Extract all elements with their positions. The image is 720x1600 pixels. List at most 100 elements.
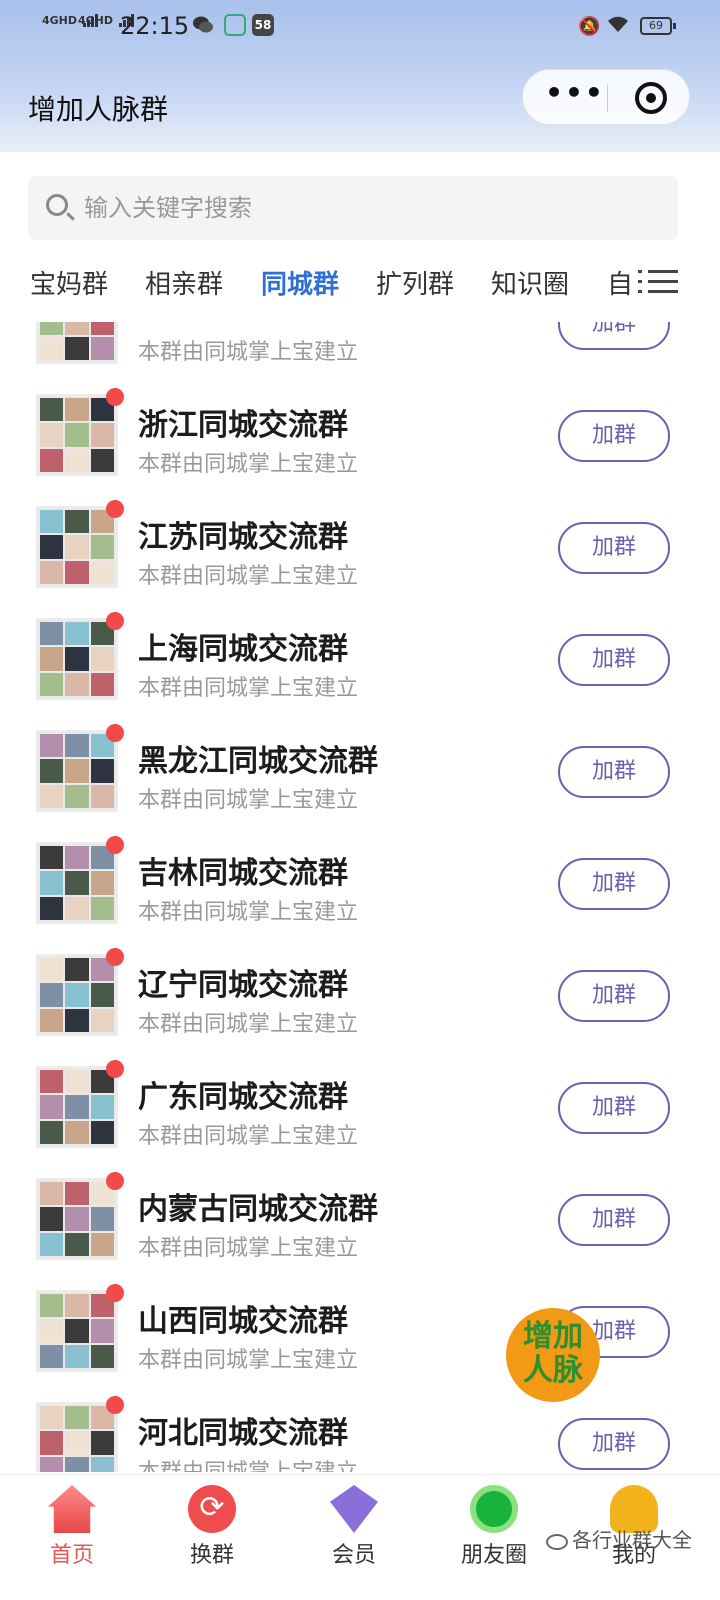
group-list: 本群由同城掌上宝建立 加群 浙江同城交流群 本群由同城掌上宝建立 加群 江苏同城… <box>0 322 720 1472</box>
unread-dot <box>106 948 124 966</box>
member-thumbnail <box>40 1182 64 1206</box>
member-thumbnail <box>90 647 114 671</box>
join-group-button[interactable]: 加群 <box>558 970 670 1022</box>
tabs-menu-icon[interactable] <box>634 262 684 302</box>
unread-dot <box>106 724 124 742</box>
page-title: 增加人脉群 <box>28 93 169 126</box>
group-avatar <box>36 1066 118 1148</box>
member-thumbnail <box>40 672 64 696</box>
member-thumbnail <box>90 1207 114 1231</box>
member-thumbnail <box>65 1319 89 1343</box>
battery-icon: 69 <box>640 17 676 35</box>
join-group-button[interactable]: 加群 <box>558 522 670 574</box>
nav-swap-group[interactable]: 换群 <box>152 1475 272 1600</box>
list-item[interactable]: 本群由同城掌上宝建立 加群 <box>0 322 720 378</box>
member-thumbnail <box>65 336 89 360</box>
group-avatar <box>36 1290 118 1372</box>
member-thumbnail <box>65 1431 89 1455</box>
status-bar: 4GHD 4GHD 22:15 58 🔕 69 <box>0 0 720 56</box>
join-group-button[interactable]: 加群 <box>558 410 670 462</box>
member-thumbnail <box>90 1120 114 1144</box>
join-group-button[interactable]: 加群 <box>558 634 670 686</box>
member-thumbnail <box>40 1095 64 1119</box>
floating-add-contacts-button[interactable]: 增加 人脉 <box>506 1308 600 1402</box>
group-subtitle: 本群由同城掌上宝建立 <box>138 452 359 477</box>
join-group-button[interactable]: 加群 <box>558 858 670 910</box>
list-item[interactable]: 江苏同城交流群 本群由同城掌上宝建立 加群 <box>0 490 720 602</box>
join-group-button[interactable]: 加群 <box>558 1418 670 1470</box>
nav-label: 会员 <box>331 1543 376 1568</box>
join-group-button[interactable]: 加群 <box>558 322 670 350</box>
group-name: 江苏同城交流群 <box>138 520 348 555</box>
tab-zhishi[interactable]: 知识圈 <box>491 264 569 301</box>
tab-more-partial[interactable]: 自 <box>607 264 633 301</box>
member-thumbnail <box>65 448 89 472</box>
chat-icon <box>224 14 246 36</box>
member-thumbnail <box>40 871 64 895</box>
member-thumbnail <box>40 1344 64 1368</box>
floating-button-line2: 人脉 <box>523 1353 583 1388</box>
nav-vip[interactable]: 会员 <box>294 1475 414 1600</box>
list-item[interactable]: 吉林同城交流群 本群由同城掌上宝建立 加群 <box>0 826 720 938</box>
list-item[interactable]: 广东同城交流群 本群由同城掌上宝建立 加群 <box>0 1050 720 1162</box>
close-miniprogram-button[interactable] <box>635 82 667 114</box>
member-thumbnail <box>40 958 64 982</box>
join-group-button[interactable]: 加群 <box>558 746 670 798</box>
member-thumbnail <box>65 846 89 870</box>
search-input[interactable] <box>84 176 664 240</box>
member-thumbnail <box>65 423 89 447</box>
member-thumbnail <box>65 647 89 671</box>
member-thumbnail <box>65 1456 89 1472</box>
group-subtitle: 本群由同城掌上宝建立 <box>138 1012 359 1037</box>
member-thumbnail <box>90 784 114 808</box>
wechat-bubble-icon <box>546 1533 568 1550</box>
member-thumbnail <box>90 1344 114 1368</box>
unread-dot <box>106 388 124 406</box>
more-button[interactable]: ••• <box>545 78 605 118</box>
search-bar <box>28 176 678 240</box>
watermark: 各行业群大全 <box>546 1524 692 1553</box>
member-thumbnail <box>40 510 64 534</box>
member-thumbnail <box>65 398 89 422</box>
bell-muted-icon: 🔕 <box>578 16 601 37</box>
group-avatar <box>36 954 118 1036</box>
group-avatar <box>36 1178 118 1260</box>
miniprogram-capsule: ••• <box>522 69 690 125</box>
vip-icon <box>330 1485 378 1533</box>
nav-moments[interactable]: 朋友圈 <box>434 1475 554 1600</box>
list-item[interactable]: 山西同城交流群 本群由同城掌上宝建立 加群 <box>0 1274 720 1386</box>
list-item[interactable]: 上海同城交流群 本群由同城掌上宝建立 加群 <box>0 602 720 714</box>
list-item[interactable]: 黑龙江同城交流群 本群由同城掌上宝建立 加群 <box>0 714 720 826</box>
member-thumbnail <box>65 734 89 758</box>
group-name: 内蒙古同城交流群 <box>138 1192 378 1227</box>
member-thumbnail <box>40 1008 64 1032</box>
tab-baoma[interactable]: 宝妈群 <box>30 264 108 301</box>
nav-home[interactable]: 首页 <box>12 1475 132 1600</box>
member-thumbnail <box>40 398 64 422</box>
tab-xiangqin[interactable]: 相亲群 <box>145 264 223 301</box>
list-item[interactable]: 河北同城交流群 本群由同城掌上宝建立 加群 <box>0 1386 720 1472</box>
status-time: 22:15 <box>120 12 190 40</box>
member-thumbnail <box>90 535 114 559</box>
join-group-button[interactable]: 加群 <box>558 1082 670 1134</box>
group-subtitle: 本群由同城掌上宝建立 <box>138 340 359 365</box>
list-item[interactable]: 浙江同城交流群 本群由同城掌上宝建立 加群 <box>0 378 720 490</box>
member-thumbnail <box>40 1456 64 1472</box>
member-thumbnail <box>90 983 114 1007</box>
member-thumbnail <box>65 784 89 808</box>
join-group-button[interactable]: 加群 <box>558 1194 670 1246</box>
group-avatar <box>36 506 118 588</box>
member-thumbnail <box>40 896 64 920</box>
member-thumbnail <box>40 1294 64 1318</box>
group-subtitle: 本群由同城掌上宝建立 <box>138 788 359 813</box>
member-thumbnail <box>65 535 89 559</box>
member-thumbnail <box>40 535 64 559</box>
member-thumbnail <box>40 759 64 783</box>
tab-tongcheng[interactable]: 同城群 <box>261 264 339 301</box>
member-thumbnail <box>65 759 89 783</box>
list-item[interactable]: 内蒙古同城交流群 本群由同城掌上宝建立 加群 <box>0 1162 720 1274</box>
tab-kuolie[interactable]: 扩列群 <box>376 264 454 301</box>
group-name: 吉林同城交流群 <box>138 856 348 891</box>
list-item[interactable]: 辽宁同城交流群 本群由同城掌上宝建立 加群 <box>0 938 720 1050</box>
group-subtitle: 本群由同城掌上宝建立 <box>138 900 359 925</box>
